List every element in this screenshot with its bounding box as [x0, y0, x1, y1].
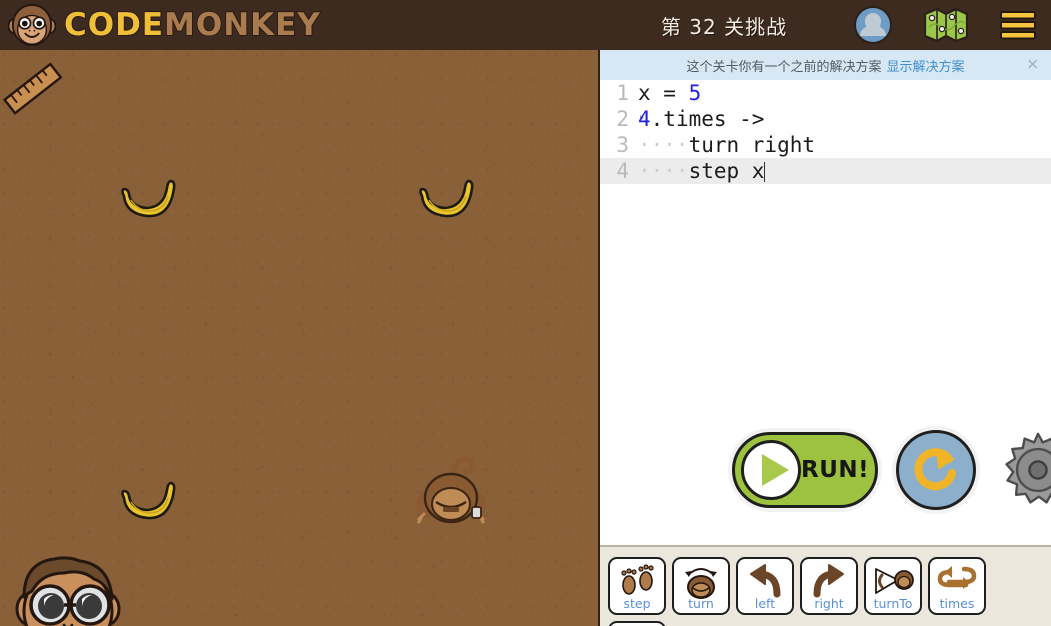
- tool-button-right[interactable]: right: [800, 557, 858, 615]
- map-icon[interactable]: [923, 7, 969, 43]
- run-controls: RUN!: [600, 395, 1051, 545]
- tool-button-turnto[interactable]: turnTo: [864, 557, 922, 615]
- arrow-right-curved-icon: [813, 564, 844, 598]
- play-triangle-icon: [741, 440, 801, 500]
- line-number: 1: [616, 81, 629, 105]
- tool-button-step[interactable]: step: [608, 557, 666, 615]
- footprints-icon: [621, 564, 654, 595]
- page-title: 第 32 关挑战: [660, 14, 788, 39]
- hamburger-menu-icon[interactable]: [999, 10, 1037, 40]
- right-panel: 这个关卡你有一个之前的解决方案 显示解决方案 ✕ 1 x = 5 2 4.tim…: [600, 50, 1051, 626]
- tool-label: turnTo: [873, 596, 913, 611]
- code-line-text: ····turn right: [638, 133, 816, 157]
- app-header: CODEMONKEY 第 32 关挑战: [0, 0, 1051, 50]
- tool-button-turn[interactable]: turn: [672, 557, 730, 615]
- game-canvas[interactable]: [0, 50, 598, 626]
- close-icon[interactable]: ✕: [1026, 58, 1039, 73]
- refresh-circle-icon: [914, 448, 957, 491]
- run-button[interactable]: RUN!: [732, 432, 879, 508]
- tool-label: times: [939, 596, 975, 611]
- tool-label: step: [623, 596, 651, 611]
- command-button-list: step turn left right turnTo times: [608, 557, 1048, 626]
- code-line-text: x = 5: [638, 81, 702, 105]
- small-monkey-sprite: [416, 456, 486, 524]
- previous-solution-banner: 这个关卡你有一个之前的解决方案 显示解决方案 ✕: [600, 50, 1051, 80]
- tool-label: right: [814, 596, 844, 611]
- avatar-icon[interactable]: [853, 5, 893, 45]
- code-line[interactable]: 2 4.times ->: [600, 106, 1051, 132]
- settings-button[interactable]: [998, 430, 1051, 510]
- arrow-left-curved-icon: [750, 564, 781, 598]
- show-solution-link[interactable]: 显示解决方案: [887, 56, 965, 75]
- player-monkey-sprite: [15, 556, 121, 626]
- line-number: 3: [616, 133, 629, 157]
- banana-sprite: [121, 481, 176, 520]
- line-number: 2: [616, 107, 629, 131]
- loop-arrows-icon: [937, 566, 977, 589]
- reset-button[interactable]: [896, 430, 977, 510]
- code-line-text: ····step x: [638, 159, 766, 183]
- logo-monkey-text: MONKEY: [163, 6, 321, 43]
- banana-sprite: [419, 179, 474, 218]
- tool-label: turn: [688, 596, 714, 611]
- code-line[interactable]: 1 x = 5: [600, 80, 1051, 106]
- tool-button-variable-x[interactable]: x: [608, 621, 666, 626]
- banner-message: 这个关卡你有一个之前的解决方案: [686, 59, 882, 75]
- logo-code-text: CODE: [63, 6, 165, 43]
- run-button-label: RUN!: [801, 457, 870, 483]
- command-toolbar: step turn left right turnTo times: [600, 545, 1051, 626]
- turn-to-target-icon: [875, 568, 914, 594]
- logo[interactable]: CODEMONKEY: [0, 2, 321, 48]
- tool-label: left: [754, 596, 776, 611]
- codemonkey-app: CODEMONKEY 第 32 关挑战 这个关卡你有一个之前的解决方案 显示解决…: [0, 0, 1051, 626]
- panel-divider: [598, 50, 600, 626]
- banana-sprite: [121, 179, 176, 218]
- header-icon-group: [853, 0, 1037, 50]
- line-number: 4: [616, 159, 629, 183]
- gear-icon: [1005, 432, 1051, 504]
- tool-button-left[interactable]: left: [736, 557, 794, 615]
- monkey-head-icon: [8, 3, 56, 47]
- ruler-icon[interactable]: [2, 58, 64, 120]
- code-line-text: 4.times ->: [638, 107, 765, 131]
- tool-button-times[interactable]: times: [928, 557, 986, 615]
- logo-text: CODEMONKEY: [63, 6, 321, 43]
- text-cursor: [764, 162, 766, 182]
- code-line-active[interactable]: 4 ····step x: [600, 158, 1051, 184]
- code-line[interactable]: 3 ····turn right: [600, 132, 1051, 158]
- monkey-turn-icon: [685, 568, 717, 599]
